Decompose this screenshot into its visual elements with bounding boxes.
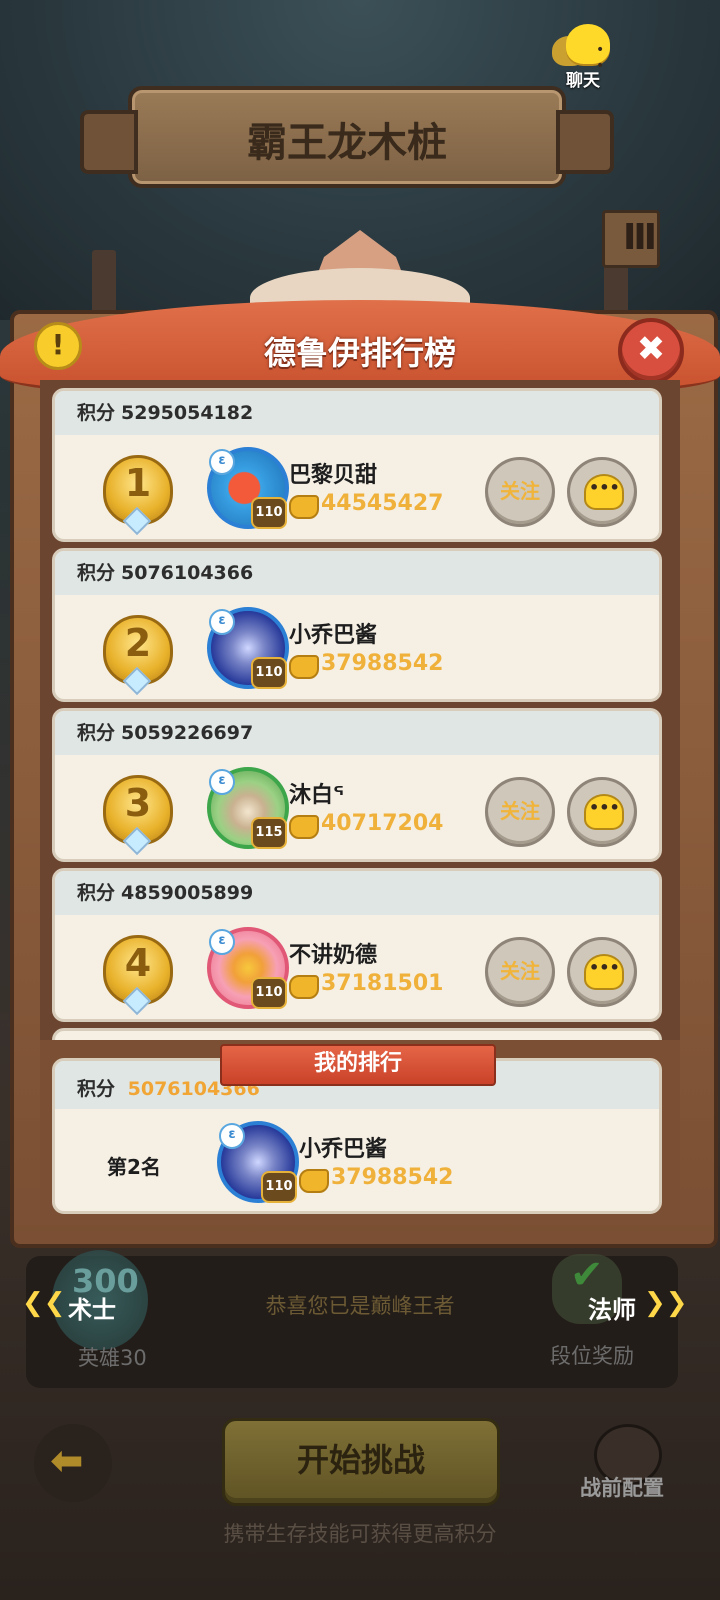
follow-button[interactable]: 关注 [485,937,555,1007]
message-button[interactable]: ••• [567,457,637,527]
start-challenge-button[interactable]: 开始挑战 [222,1418,500,1506]
banner-wing-left [80,110,138,174]
rank-badge-icon: 1 [95,449,175,536]
power-value: 40717204 [321,811,444,836]
follow-button[interactable]: 关注 [485,777,555,847]
info-button[interactable]: ! [34,322,82,370]
power-value: 44545427 [321,491,444,516]
dots-icon: ••• [589,958,620,977]
avatar-class-icon: ε [209,929,235,955]
next-class-button[interactable]: 法师 [588,1290,636,1325]
avatar-class-icon: ε [209,609,235,635]
message-button[interactable]: ••• [567,937,637,1007]
row-head: 积分 5076104366 [55,551,659,595]
rank-number: 1 [124,461,152,505]
chat-button[interactable]: • • 聊天 [548,20,618,91]
avatar-level: 115 [251,817,287,849]
rank-badge-icon: 3 [95,769,175,856]
leaderboard-row[interactable]: 积分 4859005899 4 ε 110 不讲奶德 37181501 关注 ••• [52,868,662,1022]
my-rank-ribbon: 我的排行 [220,1044,496,1086]
follow-button[interactable]: 关注 [485,457,555,527]
power-arm-icon [289,975,319,999]
score-label: 积分 [77,1078,116,1100]
avatar-class-icon: ε [209,449,235,475]
blade-avatar[interactable]: ε 110 [207,607,289,689]
pre-battle-config-button[interactable]: 战前配置 [580,1472,664,1502]
rank-badge-icon: 2 [95,609,175,696]
row-head: 积分 4859005899 [55,871,659,915]
score-value: 5059226697 [121,722,254,744]
my-avatar[interactable]: ε 110 [217,1121,299,1203]
tier-reward-label[interactable]: 段位奖励 [550,1340,634,1370]
leaderboard-row[interactable]: 积分 5076104366 2 ε 110 小乔巴酱 37988542 [52,548,662,702]
avatar-class-icon: ε [219,1123,245,1149]
back-arrow-icon: ⬅ [50,1438,84,1484]
my-rank-position: 第2名 [107,1155,161,1179]
chat-smile-icon: • • [566,24,610,74]
scroll-glyph: Ⅲ [623,217,658,258]
next-class-arrows-icon[interactable]: ❯❯ [644,1288,688,1318]
score-value: 4859005899 [121,882,254,904]
score-label: 积分 [77,722,116,744]
power-value: 37181501 [321,971,444,996]
row-head: 积分 5295054182 [55,391,659,435]
dots-icon: ••• [589,478,620,497]
my-player-name: 小乔巴酱 [299,1137,388,1162]
avatar-level: 110 [261,1171,297,1203]
score-label: 积分 [77,882,116,904]
avatar-level: 110 [251,977,287,1009]
avatar-level: 110 [251,657,287,689]
player-name: 沐白ᕐ [289,783,344,808]
dots-icon: ••• [589,798,620,817]
score-label: 积分 [77,402,116,424]
my-power-value: 37988542 [331,1165,454,1190]
score-label: 积分 [77,562,116,584]
banner-wing-right [556,110,614,174]
player-name: 小乔巴酱 [289,623,378,648]
bird-avatar[interactable]: ε 115 [207,767,289,849]
leaderboard-row[interactable]: 积分 5059226697 3 ε 115 沐白ᕐ 40717204 关注 ••• [52,708,662,862]
power-arm-icon [289,655,319,679]
fish-avatar[interactable]: ε 110 [207,447,289,529]
rank-number: 2 [124,621,152,665]
hero-count: 英雄30 [78,1346,147,1370]
avatar-level: 110 [251,497,287,529]
tip-text: 携带生存技能可获得更高积分 [223,1522,497,1546]
title-banner: 霸王龙木桩 [80,86,614,188]
leaderboard-list[interactable]: 积分 5295054182 1 ε 110 巴黎贝甜 44545427 关注 ••• 积分 5076… [40,380,680,1040]
close-button[interactable]: ✖ [618,318,684,384]
power-arm-icon [299,1169,329,1193]
power-value: 37988542 [321,651,444,676]
panel-title: 德鲁伊排行榜 [263,334,456,372]
message-button[interactable]: ••• [567,777,637,847]
page-title: 霸王龙木桩 [247,120,447,166]
row-head: 积分 5059226697 [55,711,659,755]
avatar-class-icon: ε [209,769,235,795]
rank-number: 3 [124,781,152,825]
leaderboard-row-peek [52,1028,662,1040]
leaderboard-row[interactable]: 积分 5295054182 1 ε 110 巴黎贝甜 44545427 关注 ••• [52,388,662,542]
player-name: 不讲奶德 [289,943,378,968]
rank-badge-icon: 4 [95,929,175,1016]
stage-scroll-icon[interactable]: Ⅲ [602,210,660,268]
power-arm-icon [289,815,319,839]
power-arm-icon [289,495,319,519]
player-name: 巴黎贝甜 [289,463,378,488]
pink-avatar[interactable]: ε 110 [207,927,289,1009]
score-value: 5076104366 [121,562,254,584]
rank-number: 4 [124,941,152,985]
score-value: 5295054182 [121,402,254,424]
